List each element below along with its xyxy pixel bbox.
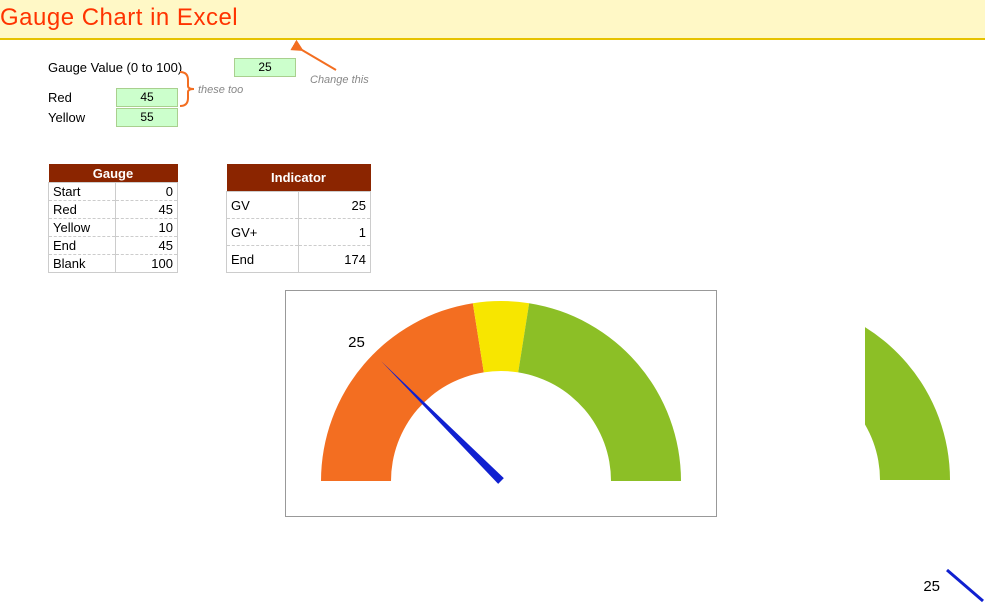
table-row: Start0 — [49, 183, 178, 201]
page-header: Gauge Chart in Excel — [0, 0, 985, 40]
yellow-value-input[interactable]: 55 — [116, 108, 178, 127]
table-row: End45 — [49, 237, 178, 255]
gauge-chart-svg — [286, 291, 716, 516]
table-row: Red45 — [49, 201, 178, 219]
table-indicator: Indicator GV25 GV+1 End174 — [226, 164, 371, 273]
content-area: Gauge Value (0 to 100) 25 Red 45 Yellow … — [0, 40, 985, 273]
gauge-value-label: Gauge Value (0 to 100) — [48, 60, 198, 75]
gauge-needle-label: 25 — [348, 334, 365, 351]
gauge-chart-secondary — [865, 290, 985, 490]
data-tables: Gauge Start0 Red45 Yellow10 End45 Blank1… — [48, 164, 985, 273]
table-row: Yellow10 — [49, 219, 178, 237]
gauge-chart: 25 — [285, 290, 717, 517]
table-row: GV25 — [227, 192, 371, 219]
table-gauge: Gauge Start0 Red45 Yellow10 End45 Blank1… — [48, 164, 178, 273]
table-gauge-header: Gauge — [49, 164, 178, 183]
secondary-needle-fragment-icon — [945, 568, 985, 603]
table-row: Blank100 — [49, 255, 178, 273]
table-indicator-header: Indicator — [227, 164, 371, 192]
red-label: Red — [48, 90, 116, 105]
secondary-needle-label: 25 — [923, 578, 940, 595]
gauge-value-input[interactable]: 25 — [234, 58, 296, 77]
red-value-input[interactable]: 45 — [116, 88, 178, 107]
table-row: GV+1 — [227, 219, 371, 246]
note-change-this: Change this — [310, 74, 369, 86]
page-title: Gauge Chart in Excel — [0, 4, 985, 32]
gauge-chart-secondary-svg — [865, 290, 985, 490]
table-row: End174 — [227, 246, 371, 273]
yellow-label: Yellow — [48, 110, 116, 125]
note-these-too: these too — [198, 84, 243, 96]
